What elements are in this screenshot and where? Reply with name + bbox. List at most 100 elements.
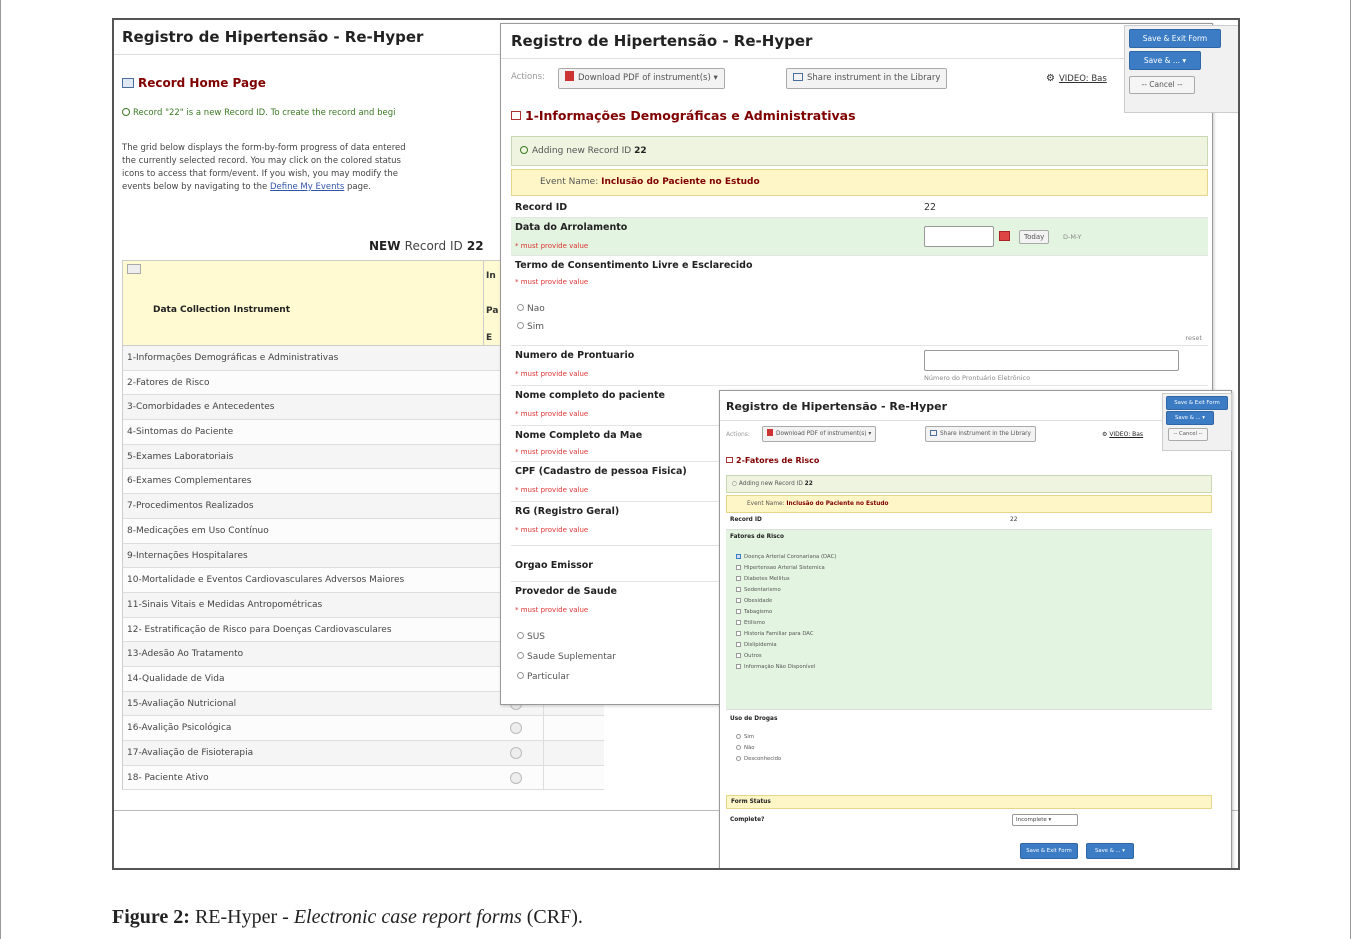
section-title: Record Home Page bbox=[122, 76, 266, 90]
instrument-name: 1-Informações Demográficas e Administrat… bbox=[127, 353, 339, 363]
instrument-row[interactable]: 16-Avalição Psicológica bbox=[122, 716, 604, 741]
adding-record-banner: Adding new Record ID 22 bbox=[511, 136, 1208, 166]
app-title: Registro de Hipertensão - Re-Hyper bbox=[511, 32, 813, 50]
reset-link[interactable]: reset bbox=[1186, 334, 1202, 342]
check-circle-icon bbox=[122, 108, 130, 116]
risk-factor-checkbox[interactable]: Etilismo bbox=[736, 620, 765, 626]
save-exit-button[interactable]: Save & Exit Form bbox=[1166, 396, 1228, 410]
instrument-name: 6-Exames Complementares bbox=[127, 476, 252, 487]
instrument-name: 17-Avaliação de Fisioterapia bbox=[127, 748, 254, 758]
prontuario-input[interactable] bbox=[924, 350, 1179, 371]
grid-title: NEW Record ID 22 bbox=[369, 239, 484, 253]
risk-factor-checkbox[interactable]: Sedentarismo bbox=[736, 587, 781, 593]
instrument-name: 9-Internações Hospitalares bbox=[127, 550, 248, 561]
collapse-toggle[interactable] bbox=[127, 264, 141, 274]
define-my-events-link[interactable]: Define My Events bbox=[270, 182, 344, 192]
form-window-risk-factors: Registro de Hipertensão - Re-Hyper Actio… bbox=[719, 390, 1232, 868]
app-title: Registro de Hipertensão - Re-Hyper bbox=[122, 28, 424, 46]
drug-use-radio[interactable]: Sim bbox=[736, 734, 754, 740]
video-link[interactable]: ⚙ VIDEO: Bas bbox=[1046, 73, 1107, 84]
form-icon bbox=[726, 457, 733, 463]
instrument-name: 11-Sinais Vitais e Medidas Antropométric… bbox=[127, 599, 323, 610]
form-title: 2-Fatores de Risco bbox=[726, 456, 819, 465]
form-status-header: Form Status bbox=[726, 795, 1212, 809]
status-circle-icon[interactable] bbox=[510, 771, 522, 784]
risk-factor-checkbox[interactable]: Hipertensao Arterial Sistemica bbox=[736, 565, 825, 571]
checkbox-icon bbox=[736, 587, 741, 592]
date-input[interactable] bbox=[924, 226, 994, 247]
calendar-icon[interactable] bbox=[999, 231, 1010, 241]
save-exit-button[interactable]: Save & Exit Form bbox=[1129, 29, 1221, 48]
divider bbox=[720, 420, 1231, 421]
save-and-button[interactable]: Save & ... ▾ bbox=[1086, 843, 1134, 859]
grid-line bbox=[543, 765, 544, 790]
record-id-value: 22 bbox=[1010, 517, 1018, 523]
download-pdf-button[interactable]: Download PDF of instrument(s) ▾ bbox=[558, 68, 725, 89]
gear-icon: ⚙ bbox=[1046, 73, 1055, 84]
cancel-button[interactable]: -- Cancel -- bbox=[1129, 76, 1195, 94]
checkbox-icon bbox=[736, 554, 741, 559]
risk-factor-checkbox[interactable]: Tabagismo bbox=[736, 609, 772, 615]
risk-factor-checkbox[interactable]: Historia Familiar para DAC bbox=[736, 631, 814, 637]
risk-factor-checkbox[interactable]: Dislipidemia bbox=[736, 642, 777, 648]
pdf-icon bbox=[767, 429, 773, 436]
radio-nao[interactable]: Nao bbox=[517, 304, 545, 314]
radio-icon bbox=[736, 756, 741, 761]
instrument-name: 18- Paciente Ativo bbox=[127, 772, 209, 783]
form-title: 1-Informações Demográficas e Administrat… bbox=[511, 108, 856, 123]
column-header-instrument: Data Collection Instrument bbox=[153, 305, 291, 315]
event-banner: Event Name: Inclusão do Paciente no Estu… bbox=[726, 495, 1212, 513]
instrument-name: 4-Sintomas do Paciente bbox=[127, 427, 234, 438]
actions-label: Actions: bbox=[726, 431, 750, 438]
instrument-row[interactable]: 18- Paciente Ativo bbox=[122, 765, 604, 791]
radio-sus[interactable]: SUS bbox=[517, 632, 545, 642]
share-library-button[interactable]: Share instrument in the Library bbox=[925, 426, 1036, 442]
cancel-button[interactable]: -- Cancel -- bbox=[1168, 428, 1208, 441]
drug-use-radio[interactable]: Desconhecido bbox=[736, 756, 781, 762]
checkbox-icon bbox=[736, 642, 741, 647]
status-circle-icon[interactable] bbox=[510, 747, 522, 759]
form-save-panel: Save & Exit Form Save & ... ▾ -- Cancel … bbox=[1162, 393, 1232, 451]
drug-use-radio[interactable]: Não bbox=[736, 745, 754, 751]
form-save-panel: Save & Exit Form Save & ... ▾ -- Cancel … bbox=[1124, 25, 1238, 113]
risk-factor-checkbox[interactable]: Informação Não Disponível bbox=[736, 664, 815, 670]
instrument-row[interactable]: 17-Avaliação de Fisioterapia bbox=[122, 741, 604, 766]
field-termo-consentimento: Termo de Consentimento Livre e Esclareci… bbox=[511, 256, 1208, 346]
checkbox-icon bbox=[736, 664, 741, 669]
radio-saude-suplementar[interactable]: Saude Suplementar bbox=[517, 652, 616, 662]
today-button[interactable]: Today bbox=[1019, 230, 1050, 244]
checkbox-icon bbox=[736, 653, 741, 658]
risk-factor-checkbox[interactable]: Diabetes Mellitus bbox=[736, 576, 790, 582]
status-circle-icon[interactable] bbox=[510, 722, 522, 735]
instrument-name: 15-Avaliação Nutricional bbox=[127, 698, 237, 709]
save-and-button[interactable]: Save & ... ▾ bbox=[1129, 51, 1201, 70]
app-title: Registro de Hipertensão - Re-Hyper bbox=[726, 400, 948, 413]
grid-line bbox=[543, 741, 544, 765]
event-banner: Event Name: Inclusão do Paciente no Estu… bbox=[511, 169, 1208, 196]
check-circle-icon bbox=[520, 146, 528, 154]
grid-line bbox=[543, 716, 544, 740]
library-icon bbox=[930, 430, 937, 436]
figure-caption: Figure 2: RE-Hyper - Electronic case rep… bbox=[112, 906, 583, 928]
instrument-name: 14-Qualidade de Vida bbox=[127, 673, 225, 684]
instrument-name: 7-Procedimentos Realizados bbox=[127, 501, 254, 512]
share-library-button[interactable]: Share instrument in the Library bbox=[786, 68, 948, 89]
risk-factor-checkbox[interactable]: Outros bbox=[736, 653, 762, 659]
checkbox-icon bbox=[736, 598, 741, 603]
save-and-button[interactable]: Save & ... ▾ bbox=[1166, 411, 1214, 425]
complete-label: Complete? bbox=[730, 817, 765, 823]
radio-sim[interactable]: Sim bbox=[517, 322, 544, 332]
download-pdf-button[interactable]: Download PDF of instrument(s) ▾ bbox=[762, 426, 877, 442]
complete-select[interactable]: Incomplete ▾ bbox=[1012, 814, 1078, 826]
form-icon bbox=[511, 111, 521, 120]
checkbox-icon bbox=[736, 576, 741, 581]
save-exit-button[interactable]: Save & Exit Form bbox=[1020, 843, 1078, 859]
instrument-name: 8-Medicações em Uso Contínuo bbox=[127, 525, 269, 536]
check-circle-icon: ○ bbox=[732, 481, 738, 487]
video-link[interactable]: ⚙ VIDEO: Bas bbox=[1102, 431, 1143, 438]
grid-description: The grid below displays the form-by-form… bbox=[122, 143, 406, 192]
instrument-name: 10-Mortalidade e Eventos Cardiovasculare… bbox=[127, 575, 405, 586]
risk-factor-checkbox[interactable]: Obesidade bbox=[736, 598, 772, 604]
risk-factor-checkbox[interactable]: Doença Arterial Coronariana (DAC) bbox=[736, 554, 836, 560]
radio-particular[interactable]: Particular bbox=[517, 672, 570, 682]
